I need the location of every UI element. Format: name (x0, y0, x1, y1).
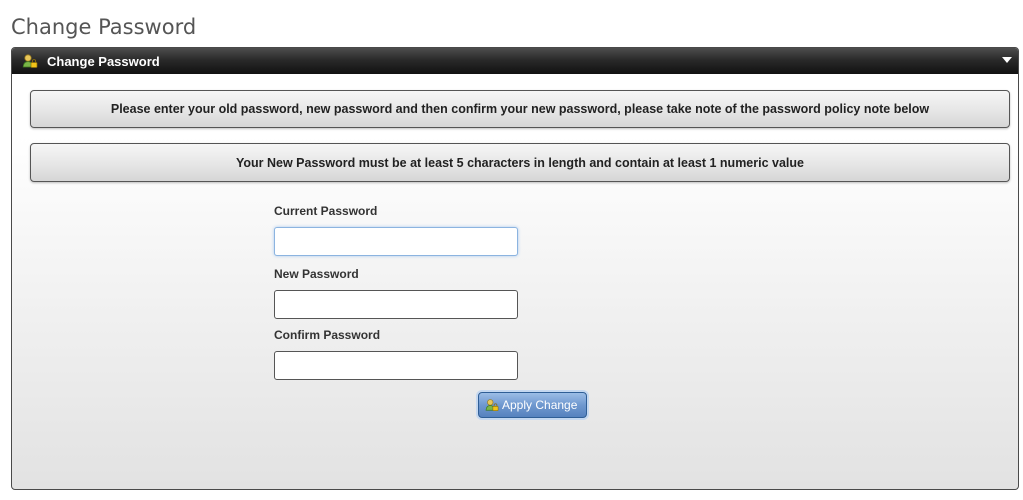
current-password-label: Current Password (274, 204, 378, 218)
page-title: Change Password (11, 15, 197, 39)
password-policy-notice: Your New Password must be at least 5 cha… (30, 143, 1010, 182)
apply-change-button[interactable]: Apply Change (478, 392, 588, 418)
change-password-form: Current Password New Password Confirm Pa… (274, 204, 534, 380)
confirm-password-group: Confirm Password (274, 328, 534, 380)
current-password-group: Current Password (274, 204, 534, 256)
new-password-group: New Password (274, 267, 534, 319)
panel-header-title: Change Password (47, 53, 160, 69)
new-password-field[interactable] (274, 290, 518, 319)
instructions-notice: Please enter your old password, new pass… (30, 90, 1010, 128)
panel-header: Change Password (12, 48, 1018, 74)
lock-user-icon (22, 53, 38, 69)
confirm-password-field[interactable] (274, 351, 518, 380)
current-password-field[interactable] (274, 227, 518, 256)
confirm-password-label: Confirm Password (274, 328, 381, 342)
change-password-panel: Change Password Please enter your old pa… (11, 47, 1019, 490)
apply-change-label: Apply Change (502, 398, 578, 412)
new-password-label: New Password (274, 267, 359, 281)
lock-user-icon (485, 398, 499, 412)
triangle-down-icon[interactable] (1002, 57, 1012, 63)
